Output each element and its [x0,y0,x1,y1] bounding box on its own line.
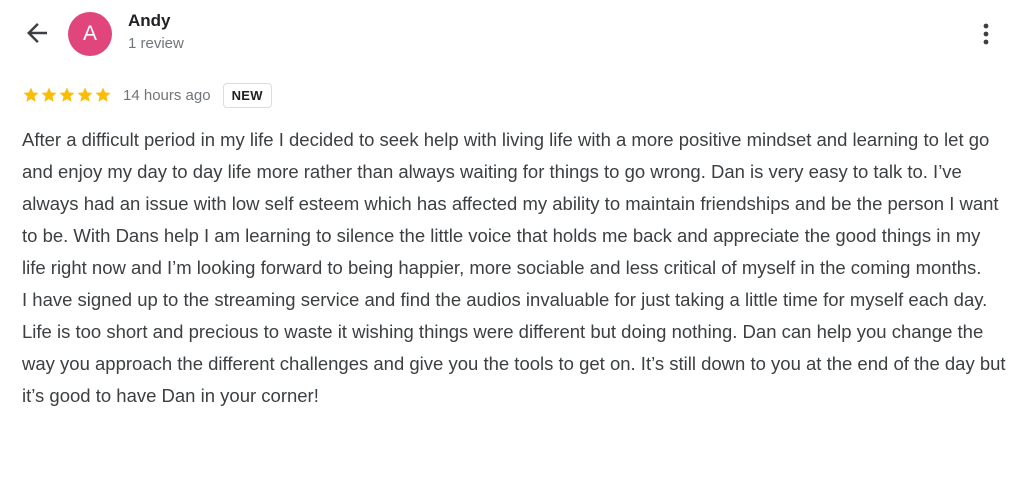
reviewer-name[interactable]: Andy [128,11,171,31]
star-rating [22,86,112,104]
review-paragraph: Life is too short and precious to waste … [22,321,1006,406]
star-icon [95,87,111,102]
more-options-button[interactable] [974,20,998,48]
new-badge: NEW [222,82,272,108]
review-paragraph: I have signed up to the streaming servic… [22,289,988,310]
star-icon [41,87,57,102]
avatar[interactable]: A [68,12,112,56]
star-icon [77,87,93,102]
star-icon [59,87,75,102]
arrow-left-icon [27,23,47,43]
star-icon [23,87,39,102]
rating-row: 14 hours ago NEW [22,81,272,109]
review-time: 14 hours ago [123,86,211,104]
review-count: 1 review [128,35,184,52]
review-paragraph: After a difficult period in my life I de… [22,129,999,278]
more-vert-icon [983,23,989,45]
review-text: After a difficult period in my life I de… [22,124,1007,412]
back-button[interactable] [22,18,52,48]
avatar-initial: A [82,22,97,45]
